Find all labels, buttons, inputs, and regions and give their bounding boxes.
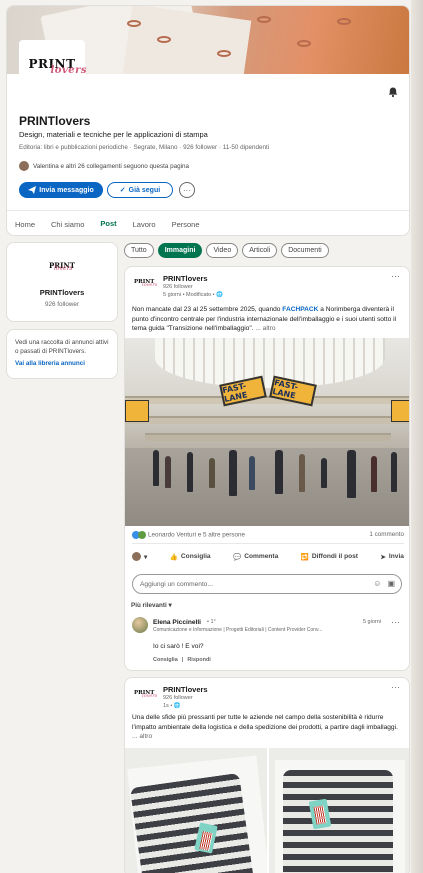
post-author-name[interactable]: PRINTlovers [163,685,208,694]
post-image[interactable]: FAST-LANE FAST-LANE [125,338,409,526]
reactions-summary[interactable]: Leonardo Venturi e 5 altre persone [132,531,245,539]
company-logo[interactable]: PRINT lovers [19,40,87,88]
company-tagline: Design, materiali e tecniche per le appl… [19,130,208,139]
post-author-logo[interactable]: PRINT lovers [134,279,157,288]
tab-about[interactable]: Chi siamo [43,211,92,235]
thumbs-up-icon: 👍 [169,553,178,561]
post-image[interactable] [125,748,267,873]
filter-video[interactable]: Video [206,243,239,258]
connection-degree: • 1° [207,619,216,625]
company-side-card: PRINT lovers PRINTlovers 926 follower [6,242,118,322]
avatar[interactable] [132,617,148,633]
post-image-gallery [125,748,409,873]
company-tabs: Home Chi siamo Post Lavoro Persone [7,210,409,235]
more-options-button[interactable]: ··· [179,182,195,198]
check-icon: ✓ [119,187,126,194]
comment-sort-dropdown[interactable]: Più rilevanti ▾ [131,602,172,609]
side-company-name[interactable]: PRINTlovers [7,288,117,297]
comment-icon: 💬 [232,553,242,561]
comment-text: Io ci sarò ! E voi? [153,643,204,650]
comments-count[interactable]: 1 commento [369,531,404,539]
post-menu-icon[interactable]: ··· [391,271,400,281]
company-logo-small[interactable]: PRINT lovers [42,261,82,272]
ads-description: Vedi una raccolta di annunci attivi o pa… [15,339,109,355]
tab-people[interactable]: Persone [164,211,208,235]
comment-actions: Consiglia | Rispondi [153,657,211,663]
ads-library-link[interactable]: Vai alla libreria annunci [15,360,109,367]
post-author-followers: 926 follower [163,695,193,701]
followers-note[interactable]: Valentina e altri 26 collegamenti seguon… [19,161,189,171]
send-icon: ➤ [380,553,386,561]
celebrate-reaction-icon [138,531,146,539]
filter-images[interactable]: Immagini [157,243,203,258]
reactions-row: Leonardo Venturi e 5 altre persone 1 com… [132,531,404,539]
globe-icon: 🌐 [216,292,223,298]
company-meta: Editoria: libri e pubblicazioni periodic… [19,144,270,151]
comment-like-button[interactable]: Consiglia [153,657,178,663]
filter-all[interactable]: Tutto [124,243,154,258]
tab-home[interactable]: Home [7,211,43,235]
post-author-logo[interactable]: PRINT lovers [134,690,157,699]
post-header: PRINT lovers PRINTlovers 926 follower 5 g… [125,267,409,299]
feed-post: PRINT lovers PRINTlovers 926 follower 5 g… [124,266,410,671]
tab-posts[interactable]: Post [92,211,124,235]
company-name: PRINTlovers [19,114,91,128]
image-icon[interactable]: ▣ [387,579,395,588]
ads-library-card: Vedi una raccolta di annunci attivi o pa… [6,329,118,379]
page-edge [411,0,423,873]
send-icon [28,186,37,194]
post-actions: ▾ 👍 Consiglia 💬 Commenta 🔁 Diffondi il post… [132,552,404,561]
side-followers: 926 follower [45,301,79,308]
send-message-button[interactable]: Invia messaggio [19,182,103,198]
chevron-down-icon: ▾ [144,553,148,561]
post-timestamp: 5 giorni • Modificato • 🌐 [163,292,223,298]
comment-reply-button[interactable]: Rispondi [187,657,211,663]
comment-menu-icon[interactable]: ··· [391,617,400,627]
comment-button[interactable]: 💬 Commenta [233,552,278,561]
post-image[interactable] [269,748,409,873]
hashtag-link[interactable]: FACHPACK [282,306,318,313]
post-author-followers: 926 follower [163,284,193,290]
avatar [19,161,29,171]
avatar [132,552,141,561]
commenter-name[interactable]: Elena Piccinelli [153,619,201,626]
post-text: Non mancate dal 23 al 25 settembre 2025,… [132,306,397,332]
comment-time: 5 giorni [362,619,381,625]
bell-icon[interactable] [387,86,399,98]
see-more-link[interactable]: ... altro [255,325,275,332]
like-button[interactable]: 👍 Consiglia [170,552,211,561]
post-text: Una delle sfide più pressanti per tutte … [132,714,398,740]
reaction-avatar-picker[interactable]: ▾ [132,552,147,561]
post-filters: Tutto Immagini Video Articoli Documenti [124,243,329,258]
repost-icon: 🔁 [300,553,309,561]
feed-post: PRINT lovers PRINTlovers 926 follower 1s … [124,677,410,873]
emoji-icon[interactable]: ☺ [373,579,381,588]
filter-documents[interactable]: Documenti [281,243,329,258]
send-button[interactable]: ➤ Invia [380,552,404,561]
post-header: PRINT lovers PRINTlovers 926 follower 1s … [125,678,409,710]
see-more-link[interactable]: ... altro [132,733,152,740]
company-header-card: PRINT lovers PRINTlovers Design, material… [6,5,410,236]
post-timestamp: 1s • 🌐 [163,703,181,709]
tab-jobs[interactable]: Lavoro [125,211,164,235]
comment-input[interactable]: Aggiungi un commento... ☺ ▣ [132,574,402,594]
post-menu-icon[interactable]: ··· [391,682,400,692]
post-author-name[interactable]: PRINTlovers [163,274,208,283]
filter-articles[interactable]: Articoli [242,243,278,258]
commenter-headline: Comunicazione e Informazione | Progetti … [153,627,323,633]
separator: | [181,657,184,663]
repost-button[interactable]: 🔁 Diffondi il post [301,552,358,561]
globe-icon: 🌐 [173,703,181,709]
following-button[interactable]: ✓ Già segui [107,182,173,198]
